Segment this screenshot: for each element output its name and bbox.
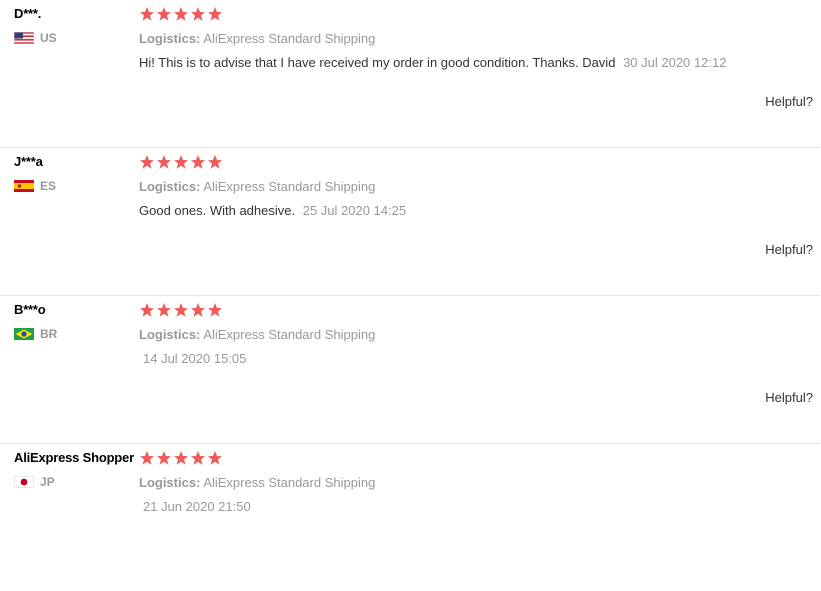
star-icon — [190, 154, 206, 170]
star-icon — [173, 6, 189, 22]
helpful-button[interactable]: Helpful? — [765, 390, 813, 405]
country-code: ES — [40, 179, 57, 193]
star-icon — [156, 302, 172, 318]
star-icon — [207, 6, 223, 22]
review-content: Logistics: AliExpress Standard Shipping … — [139, 302, 814, 367]
star-icon — [190, 6, 206, 22]
country-code: JP — [40, 475, 55, 489]
logistics-label: Logistics: — [139, 475, 201, 490]
star-icon — [207, 302, 223, 318]
logistics-value: AliExpress Standard Shipping — [203, 31, 376, 46]
logistics-value: AliExpress Standard Shipping — [203, 327, 376, 342]
star-icon — [139, 154, 155, 170]
logistics-label: Logistics: — [139, 327, 201, 342]
star-icon — [190, 302, 206, 318]
helpful-button[interactable]: Helpful? — [765, 242, 813, 257]
review-text: Hi! This is to advise that I have receiv… — [139, 55, 616, 70]
reviewer-info: AliExpress Shopper JP — [14, 450, 134, 489]
review-date: 25 Jul 2020 14:25 — [302, 203, 407, 218]
logistics-info: Logistics: AliExpress Standard Shipping — [139, 31, 814, 46]
logistics-info: Logistics: AliExpress Standard Shipping — [139, 327, 814, 342]
review-item: AliExpress Shopper JP Logistics: AliExpr… — [0, 444, 820, 591]
reviewer-name: D***. — [14, 6, 42, 21]
logistics-info: Logistics: AliExpress Standard Shipping — [139, 179, 814, 194]
star-icon — [207, 154, 223, 170]
reviewer-info: B***o BR — [14, 302, 57, 341]
star-icon — [139, 450, 155, 466]
review-text: Good ones. With adhesive. — [139, 203, 296, 218]
review-item: B***o BR Logistics: AliExpress Standard … — [0, 296, 820, 444]
reviewer-name: AliExpress Shopper — [14, 450, 134, 465]
reviewer-name: J***a — [14, 154, 43, 169]
star-icon — [190, 450, 206, 466]
logistics-value: AliExpress Standard Shipping — [203, 475, 376, 490]
star-icon — [139, 302, 155, 318]
star-rating — [139, 154, 814, 170]
reviewer-info: J***a ES — [14, 154, 56, 193]
review-item: J***a ES Logistics: AliExpress Standard … — [0, 148, 820, 296]
review-list: D***. US Logistics: AliExpress Standard … — [0, 0, 821, 591]
review-date: 30 Jul 2020 12:12 — [623, 55, 727, 70]
reviewer-info: D***. US — [14, 6, 57, 45]
review-item: D***. US Logistics: AliExpress Standard … — [0, 0, 820, 148]
helpful-button[interactable]: Helpful? — [765, 94, 813, 109]
country-code: US — [40, 31, 57, 45]
star-icon — [156, 450, 172, 466]
reviewer-country: BR — [14, 327, 57, 341]
review-text-line: Hi! This is to advise that I have receiv… — [139, 55, 814, 71]
es-flag-icon — [14, 180, 34, 192]
star-rating — [139, 450, 814, 466]
logistics-value: AliExpress Standard Shipping — [203, 179, 376, 194]
star-rating — [139, 6, 814, 22]
star-icon — [173, 302, 189, 318]
us-flag-icon — [14, 32, 34, 44]
br-flag-icon — [14, 328, 34, 340]
review-content: Logistics: AliExpress Standard Shipping … — [139, 6, 814, 71]
review-text-line: 14 Jul 2020 15:05 — [139, 351, 814, 367]
reviewer-country: US — [14, 31, 57, 45]
star-icon — [156, 154, 172, 170]
reviewer-name: B***o — [14, 302, 46, 317]
star-icon — [173, 450, 189, 466]
star-rating — [139, 302, 814, 318]
logistics-label: Logistics: — [139, 179, 201, 194]
review-content: Logistics: AliExpress Standard Shipping … — [139, 154, 814, 219]
review-text-line: Good ones. With adhesive. 25 Jul 2020 14… — [139, 203, 814, 219]
review-text-line: 21 Jun 2020 21:50 — [139, 499, 814, 515]
reviewer-country: JP — [14, 475, 134, 489]
reviewer-country: ES — [14, 179, 56, 193]
review-content: Logistics: AliExpress Standard Shipping … — [139, 450, 814, 515]
country-code: BR — [40, 327, 58, 341]
star-icon — [173, 154, 189, 170]
review-date: 21 Jun 2020 21:50 — [143, 499, 251, 514]
logistics-label: Logistics: — [139, 31, 201, 46]
star-icon — [139, 6, 155, 22]
jp-flag-icon — [14, 476, 34, 488]
logistics-info: Logistics: AliExpress Standard Shipping — [139, 475, 814, 490]
star-icon — [207, 450, 223, 466]
star-icon — [156, 6, 172, 22]
review-date: 14 Jul 2020 15:05 — [143, 351, 247, 366]
